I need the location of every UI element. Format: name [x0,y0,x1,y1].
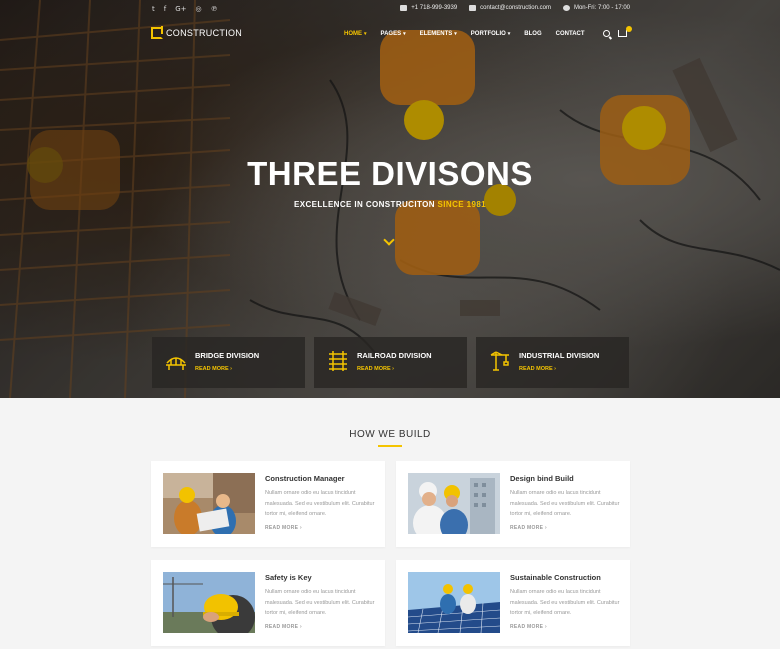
card-title: Construction Manager [265,474,345,483]
main-navigation: CONSTRUCTION HOME ▾ PAGES ▾ ELEMENTS ▾ P… [0,22,780,48]
social-links: t f G+ ◎ ℗ [152,5,218,13]
read-more-link[interactable]: READ MORE › [265,525,302,531]
read-more-link[interactable]: READ MORE › [357,366,394,372]
nav-item-elements[interactable]: ELEMENTS ▾ [420,31,457,37]
nav-item-label: PORTFOLIO [470,31,506,37]
chevron-down-icon: ▾ [454,31,457,37]
card-text: Nullam ornare odio eu lacus tincidunt ma… [265,589,375,616]
nav-item-label: HOME [344,31,362,37]
card-text: Nullam ornare odio eu lacus tincidunt ma… [510,490,620,517]
division-card-industrial[interactable]: INDUSTRIAL DIVISION READ MORE › [476,337,629,388]
pinterest-icon[interactable]: ℗ [211,5,218,13]
service-card-construction-manager: Construction Manager Nullam ornare odio … [151,461,385,547]
division-card-railroad[interactable]: RAILROAD DIVISION READ MORE › [314,337,467,388]
opening-hours: Mon-Fri: 7:00 - 17:00 [573,5,630,11]
phone-info: +1 718-999-3939 [400,5,457,11]
nav-item-blog[interactable]: BLOG [524,31,541,37]
chevron-down-icon: ▾ [403,31,406,37]
logo-mark-icon [151,26,163,39]
card-text: Nullam ornare odio eu lacus tincidunt ma… [510,589,620,616]
nav-item-contact[interactable]: CONTACT [556,31,585,37]
twitter-icon[interactable]: t [152,5,155,13]
card-image [408,572,500,633]
read-more-link[interactable]: READ MORE › [195,366,232,372]
division-title: BRIDGE DIVISION [195,351,260,360]
divisions-row: BRIDGE DIVISION READ MORE › RAILROAD DIV… [152,337,630,388]
section-title: HOW WE BUILD [349,429,431,440]
phone-icon [400,5,408,11]
dribbble-icon[interactable]: ◎ [196,5,202,13]
nav-item-pages[interactable]: PAGES ▾ [381,31,406,37]
email-address[interactable]: contact@construction.com [480,5,551,11]
logo-text: CONSTRUCTION [166,28,243,38]
nav-item-label: CONTACT [555,31,585,37]
cart-icon[interactable] [618,26,632,37]
site-logo[interactable]: CONSTRUCTION [151,26,243,39]
crane-icon [490,351,509,371]
card-image [408,473,500,534]
cart-badge [626,26,632,32]
read-more-link[interactable]: READ MORE › [265,624,302,630]
chevron-down-icon: ▾ [364,31,367,37]
card-image [163,473,255,534]
read-more-link[interactable]: READ MORE › [510,624,547,630]
hero-subtitle-main: EXCELLENCE IN CONSTRUCITON [293,200,435,209]
nav-item-label: ELEMENTS [419,31,453,37]
card-title: Safety is Key [265,573,312,582]
card-image [163,572,255,633]
read-more-link[interactable]: READ MORE › [510,525,547,531]
hours-info: Mon-Fri: 7:00 - 17:00 [562,5,630,11]
chevron-down-icon: ▾ [507,31,511,37]
division-card-bridge[interactable]: BRIDGE DIVISION READ MORE › [152,337,305,388]
service-card-design-bind-build: Design bind Build Nullam ornare odio eu … [396,461,630,547]
read-more-link[interactable]: READ MORE › [519,366,556,372]
nav-item-label: PAGES [380,31,402,37]
facebook-icon[interactable]: f [164,5,166,13]
top-bar: t f G+ ◎ ℗ +1 718-999-3939 contact@const… [0,0,780,18]
card-title: Sustainable Construction [510,573,601,582]
contact-info: +1 718-999-3939 contact@construction.com… [400,5,630,11]
service-card-safety-is-key: Safety is Key Nullam ornare odio eu lacu… [151,560,385,646]
division-title: INDUSTRIAL DIVISION [519,351,600,360]
google-plus-icon[interactable]: G+ [175,5,186,13]
email-info: contact@construction.com [469,5,551,11]
nav-item-home[interactable]: HOME ▾ [344,31,367,37]
search-icon[interactable] [603,30,610,37]
bridge-icon [166,357,186,370]
nav-icons [603,26,632,37]
nav-menu: HOME ▾ PAGES ▾ ELEMENTS ▾ PORTFOLIO ▾ BL… [344,31,599,37]
section-title-underline [378,445,402,447]
nav-item-portfolio[interactable]: PORTFOLIO ▾ [471,31,511,37]
card-title: Design bind Build [510,474,574,483]
card-text: Nullam ornare odio eu lacus tincidunt ma… [265,490,375,517]
hero-title: THREE DIVISONS [247,155,533,192]
hero-subtitle-highlight: SINCE 1981 [437,200,487,209]
phone-number[interactable]: +1 718-999-3939 [411,5,457,11]
hero-subtitle: EXCELLENCE IN CONSTRUCITON SINCE 1981 [0,200,780,209]
hero-section: t f G+ ◎ ℗ +1 718-999-3939 contact@const… [0,0,780,398]
envelope-icon [469,5,477,11]
nav-item-label: BLOG [524,31,542,37]
service-card-sustainable-construction: Sustainable Construction Nullam ornare o… [396,560,630,646]
clock-icon [562,5,570,11]
division-title: RAILROAD DIVISION [357,351,432,360]
railroad-icon [329,351,347,371]
